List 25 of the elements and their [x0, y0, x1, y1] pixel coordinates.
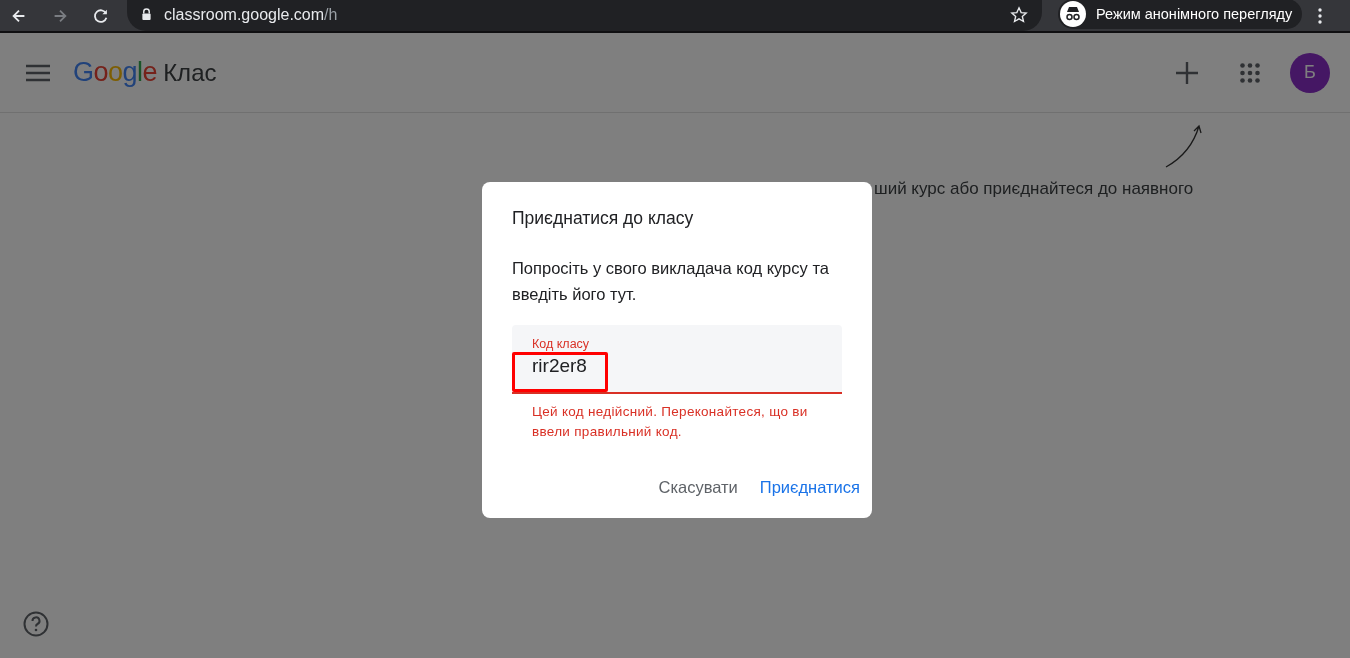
incognito-label: Режим анонімного перегляду: [1096, 5, 1293, 22]
incognito-chip[interactable]: Режим анонімного перегляду: [1058, 0, 1303, 29]
welcome-text: ший курс або приєднайтеся до наявного: [874, 179, 1194, 199]
plus-icon[interactable]: [1176, 61, 1198, 84]
apps-grid-icon[interactable]: [1240, 62, 1260, 83]
url-text: classroom.google.com/h: [164, 5, 338, 24]
class-code-field[interactable]: Код класу rir2er8: [512, 325, 842, 394]
dialog-text: Попросіть у свого викладача код курсу та введіть його тут.: [512, 258, 830, 305]
dialog-title: Приєднатися до класу: [512, 208, 695, 229]
cancel-button[interactable]: Скасувати: [652, 472, 744, 503]
lock-icon: [141, 8, 152, 21]
google-logo: Google: [73, 57, 158, 88]
reload-icon[interactable]: [92, 6, 110, 25]
field-label: Код класу: [532, 337, 591, 351]
arrow-drawing: [1164, 123, 1204, 169]
error-message: Цей код недійсний. Переконайтеся, що ви ввели правильний код.: [532, 403, 809, 441]
address-bar[interactable]: classroom.google.com/h: [127, 0, 1042, 31]
menu-icon[interactable]: [26, 63, 50, 82]
product-name: Клас: [163, 58, 217, 87]
help-icon[interactable]: [23, 611, 49, 637]
more-icon[interactable]: [1318, 7, 1323, 24]
field-value: rir2er8: [532, 355, 587, 377]
join-button[interactable]: Приєднатися: [753, 472, 866, 503]
star-icon[interactable]: [1010, 5, 1028, 24]
incognito-icon: [1060, 0, 1086, 27]
